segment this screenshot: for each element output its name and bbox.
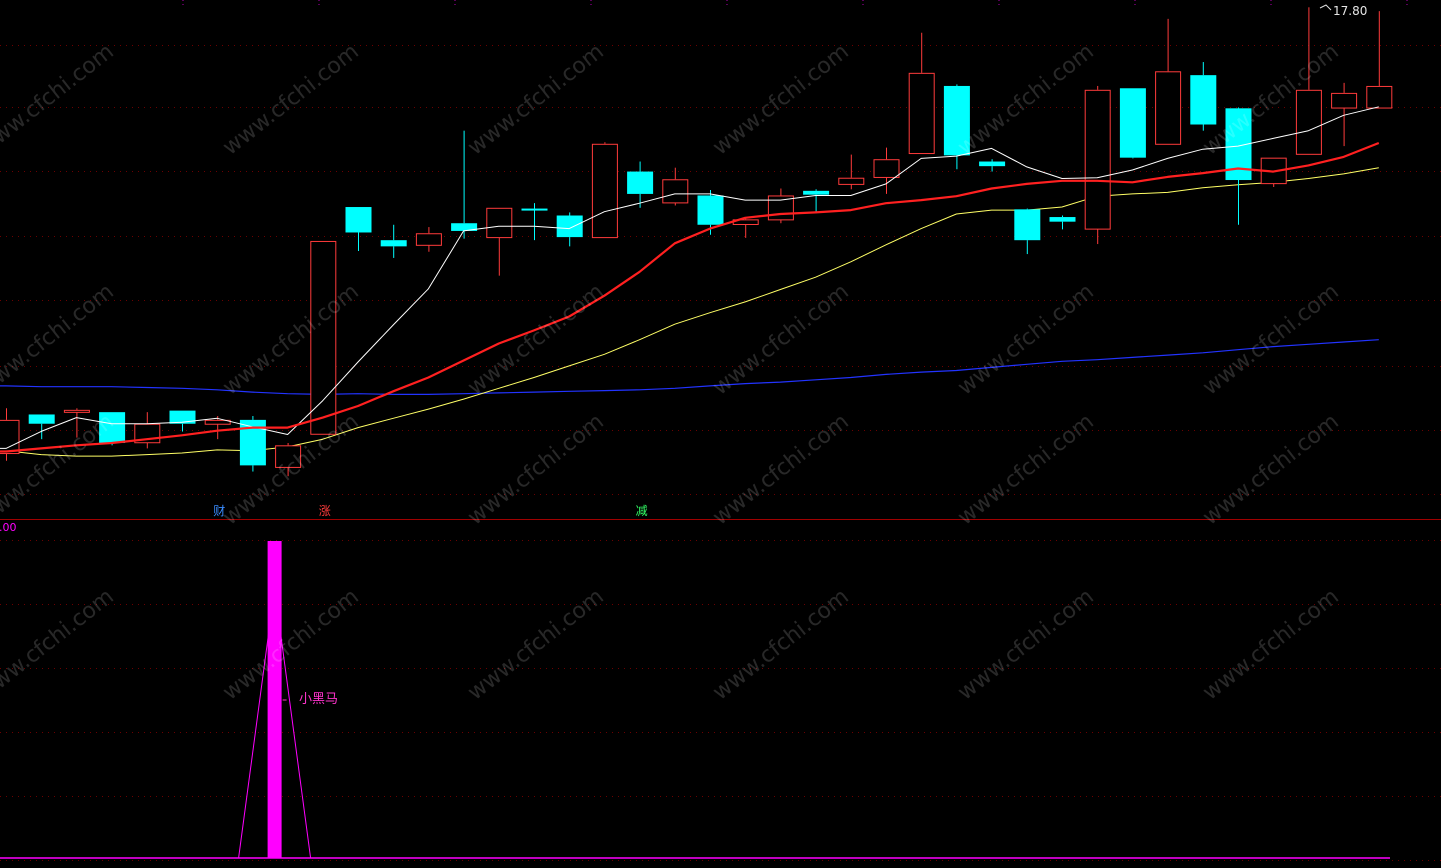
signal-marker: 减 bbox=[636, 504, 648, 518]
candle-body-down bbox=[1119, 88, 1146, 158]
candle-body-up bbox=[1084, 89, 1111, 230]
candle-body-up bbox=[1366, 85, 1393, 109]
candle bbox=[310, 240, 337, 435]
candle-body-down bbox=[380, 240, 407, 247]
candle-body-down bbox=[697, 195, 724, 225]
candle-body-down bbox=[1190, 75, 1217, 125]
candle-body-down bbox=[803, 190, 830, 195]
candle-body-down bbox=[521, 208, 548, 211]
high-price-label: 17.80 bbox=[1333, 4, 1367, 18]
candle bbox=[1119, 88, 1146, 159]
candle-body-down bbox=[1014, 209, 1041, 241]
candle-body-down bbox=[556, 215, 583, 238]
candle-body-down bbox=[345, 207, 372, 233]
indicator-signal-label: 小黑马 bbox=[299, 692, 338, 707]
candle-body-up bbox=[1295, 89, 1322, 155]
candle-body-down bbox=[28, 414, 55, 424]
indicator-bar bbox=[267, 541, 282, 858]
signal-marker: 涨 bbox=[319, 503, 331, 518]
candle-body-up bbox=[310, 240, 337, 435]
candle bbox=[1084, 85, 1111, 245]
candle-body-up bbox=[415, 233, 442, 246]
candle-body-down bbox=[627, 171, 654, 194]
candle-body-up bbox=[591, 143, 618, 239]
candle-body-up bbox=[873, 159, 900, 178]
candle bbox=[591, 142, 618, 239]
candle-body-up bbox=[63, 409, 90, 413]
candle-body-up bbox=[1331, 92, 1358, 109]
candle-body-up bbox=[838, 177, 865, 185]
candle-body-up bbox=[662, 179, 689, 204]
candle-body-down bbox=[1049, 217, 1076, 222]
candle-body-down bbox=[979, 161, 1006, 167]
indicator-axis-label: 0.00 bbox=[0, 521, 17, 534]
candle-body-up bbox=[1155, 71, 1182, 145]
candle-body-up bbox=[908, 72, 935, 155]
candle-body-up bbox=[486, 207, 513, 239]
stock-chart: 17.80 财涨减 0.00 小黑马 www.cfchi.comwww.cfch… bbox=[0, 0, 1441, 868]
